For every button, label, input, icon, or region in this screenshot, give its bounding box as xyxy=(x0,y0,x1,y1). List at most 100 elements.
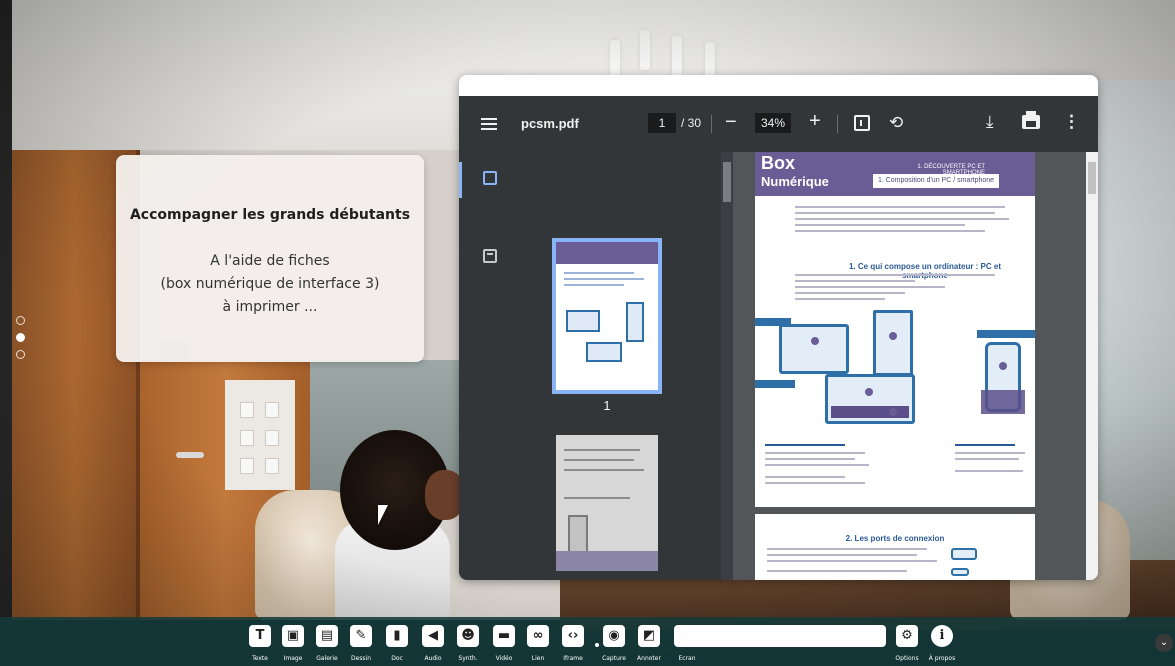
outline-icon[interactable] xyxy=(483,249,497,263)
mouse-cursor-icon xyxy=(378,505,388,525)
page-text xyxy=(955,452,1025,454)
about-label: À propos xyxy=(928,655,956,662)
thumb-monitor xyxy=(566,310,600,332)
video-icon: ▬ xyxy=(497,628,511,643)
marker-dot xyxy=(889,408,897,416)
label-band xyxy=(755,380,795,388)
image-button[interactable]: ▣ xyxy=(282,625,304,647)
image-label: Image xyxy=(283,655,303,662)
menu-icon[interactable] xyxy=(481,115,499,133)
left-edge xyxy=(0,0,12,666)
annoter-label: Annoter xyxy=(637,655,661,662)
thumb-footer xyxy=(556,551,658,571)
doc-button[interactable]: ▮ xyxy=(386,625,408,647)
zoom-input[interactable]: 34% xyxy=(755,113,791,133)
page-thumbnail-2[interactable] xyxy=(556,435,658,571)
download-icon[interactable]: ⤓ xyxy=(986,112,994,132)
toolbar-divider xyxy=(711,115,712,133)
thumbnail-label: 1 xyxy=(603,398,611,413)
info-icon: i xyxy=(939,628,945,643)
page-text xyxy=(765,444,845,446)
thumb-text xyxy=(564,278,644,280)
slide-dot[interactable] xyxy=(16,350,25,359)
iframe-button[interactable]: ‹› xyxy=(562,625,584,647)
page-text xyxy=(795,286,945,288)
marker-dot xyxy=(865,388,873,396)
audio-label: Audio xyxy=(424,655,442,662)
scrollbar-thumb[interactable] xyxy=(1088,162,1096,194)
thumb-text xyxy=(564,459,634,461)
about-button[interactable]: i xyxy=(931,625,953,647)
dessin-button[interactable]: ✎ xyxy=(350,625,372,647)
collapse-chevron-icon[interactable]: ⌄ xyxy=(1155,634,1173,652)
synth-icon: ☻ xyxy=(461,628,475,643)
page-text xyxy=(765,452,865,454)
thumb-header xyxy=(556,242,658,264)
page-text xyxy=(767,560,937,562)
screen-input[interactable] xyxy=(674,625,886,647)
pendant-lamp xyxy=(672,36,682,76)
wall-socket xyxy=(240,458,254,474)
options-button[interactable]: ⚙ xyxy=(896,625,918,647)
lien-button[interactable]: ∞ xyxy=(527,625,549,647)
texte-label: Texte xyxy=(252,655,268,662)
port-illustration xyxy=(951,548,977,560)
page-text xyxy=(955,444,1015,446)
scrollbar-thumb[interactable] xyxy=(723,162,731,202)
marker-dot xyxy=(889,332,897,340)
thumbnail-scrollbar[interactable] xyxy=(721,152,733,580)
slide-dot-active[interactable] xyxy=(16,333,25,342)
page-text xyxy=(765,458,855,460)
slide-dot[interactable] xyxy=(16,316,25,325)
thumbnails-icon[interactable] xyxy=(483,171,497,185)
port-illustration xyxy=(951,568,969,576)
capture-icon: ◉ xyxy=(608,628,620,643)
zoom-out-button[interactable]: − xyxy=(725,111,737,134)
page-text xyxy=(795,298,885,300)
pdf-viewer-window[interactable]: pcsm.pdf 1 / 30 − 34% + ⟲ ⤓ ⋮ 1 Box Numé… xyxy=(459,75,1098,580)
dessin-label: Dessin xyxy=(350,655,372,662)
rotate-icon[interactable]: ⟲ xyxy=(889,113,903,133)
synth-label: Synth. xyxy=(458,655,478,662)
zoom-in-button[interactable]: + xyxy=(809,110,821,133)
page-total: / 30 xyxy=(681,116,702,130)
page-text xyxy=(795,230,985,232)
page-text xyxy=(767,548,927,550)
fit-page-icon[interactable] xyxy=(854,115,870,131)
page-number-input[interactable]: 1 xyxy=(648,113,676,133)
annoter-button[interactable]: ◩ xyxy=(638,625,660,647)
galerie-button[interactable]: ▤ xyxy=(316,625,338,647)
synth-button[interactable]: ☻ xyxy=(457,625,479,647)
page-text xyxy=(795,212,995,214)
document-scrollbar[interactable] xyxy=(1086,152,1098,580)
bottom-toolbar: T Texte ▣ Image ▤ Galerie ✎ Dessin ▮ Doc ◀ Audio ☻ Sy… xyxy=(0,617,1175,666)
pdf-page-1: Box Numérique 1. DÉCOUVERTE PC ET SMARTP… xyxy=(755,152,1035,507)
text-card[interactable]: Accompagner les grands débutants A l'aid… xyxy=(116,155,424,362)
page-text xyxy=(795,206,1005,208)
pdf-page-area[interactable]: Box Numérique 1. DÉCOUVERTE PC ET SMARTP… xyxy=(733,152,1086,580)
capture-button[interactable]: ◉ xyxy=(603,625,625,647)
wall-socket xyxy=(265,430,279,446)
audio-button[interactable]: ◀ xyxy=(422,625,444,647)
gear-icon: ⚙ xyxy=(901,628,913,643)
sidebar-active-indicator xyxy=(459,162,462,198)
more-options-icon[interactable]: ⋮ xyxy=(1063,112,1080,132)
pdf-page-2: 2. Les ports de connexion xyxy=(755,514,1035,580)
page-text xyxy=(765,476,845,478)
page-text xyxy=(795,292,905,294)
page-thumbnail-1[interactable] xyxy=(552,238,662,394)
dessin-icon: ✎ xyxy=(355,628,367,643)
audio-icon: ◀ xyxy=(428,628,438,643)
page-section-title: 2. Les ports de connexion xyxy=(845,534,945,543)
card-title: Accompagner les grands débutants xyxy=(129,207,411,223)
marker-dot xyxy=(999,362,1007,370)
video-button[interactable]: ▬ xyxy=(493,625,515,647)
print-icon[interactable] xyxy=(1022,111,1040,129)
thumb-text xyxy=(564,449,640,451)
page-text xyxy=(795,280,915,282)
texte-button[interactable]: T xyxy=(249,625,271,647)
box-logo-sub: Numérique xyxy=(761,174,829,189)
galerie-icon: ▤ xyxy=(320,628,334,643)
pdf-filename: pcsm.pdf xyxy=(521,116,579,131)
video-label: Vidéo xyxy=(495,655,513,662)
